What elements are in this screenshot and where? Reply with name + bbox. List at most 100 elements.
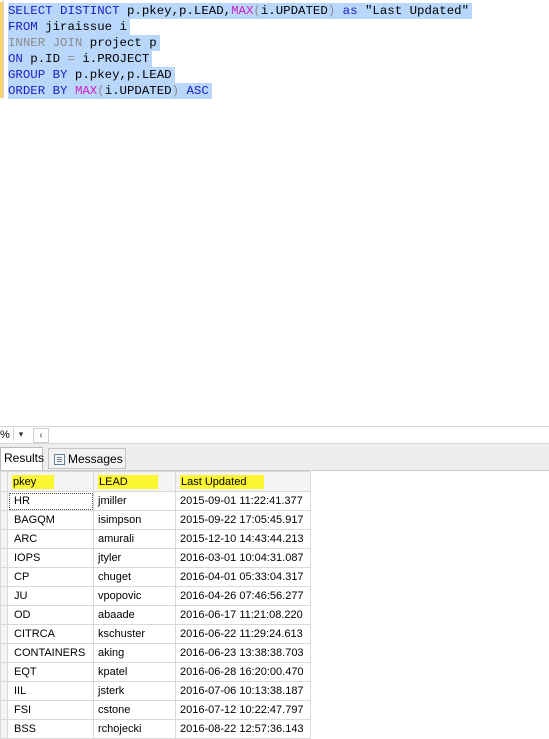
cell-last-updated[interactable]: 2015-09-22 17:05:45.917 <box>175 510 311 530</box>
table-row[interactable]: CITRCA kschuster 2016-06-22 11:29:24.613 <box>0 624 311 644</box>
code-token: MAX <box>231 4 254 18</box>
selected-text: FROM jiraissue i <box>8 19 130 35</box>
table-row[interactable]: HR jmiller 2015-09-01 11:22:41.377 <box>0 491 311 511</box>
cell-last-updated[interactable]: 2015-12-10 14:43:44.213 <box>175 529 311 549</box>
row-header[interactable] <box>0 586 8 606</box>
cell-lead[interactable]: aking <box>93 643 176 663</box>
column-header-label: pkey <box>12 474 55 489</box>
table-row[interactable]: BSS rchojecki 2016-08-22 12:57:36.143 <box>0 719 311 739</box>
row-header[interactable] <box>0 643 8 663</box>
sql-editor[interactable]: SELECT DISTINCT p.pkey,p.LEAD,MAX(i.UPDA… <box>0 0 549 426</box>
messages-icon <box>54 454 65 465</box>
cell-last-updated[interactable]: 2016-03-01 10:04:31.087 <box>175 548 311 568</box>
cell-lead[interactable]: jtyler <box>93 548 176 568</box>
code-line[interactable]: ON p.ID = i.PROJECT <box>8 51 472 67</box>
column-header-label: LEAD <box>98 474 158 489</box>
row-header[interactable] <box>0 510 8 530</box>
chevron-down-icon[interactable]: ▾ <box>13 428 28 441</box>
cell-pkey[interactable]: CONTAINERS <box>7 643 94 663</box>
row-header[interactable] <box>0 681 8 701</box>
row-header[interactable] <box>0 719 8 739</box>
cell-lead[interactable]: isimpson <box>93 510 176 530</box>
code-token: i.UPDATED <box>260 4 328 18</box>
tab-results[interactable]: Results <box>0 447 44 470</box>
cell-lead[interactable]: kschuster <box>93 624 176 644</box>
code-token: p.pkey,p.LEAD <box>67 68 172 82</box>
row-header[interactable] <box>0 491 8 511</box>
cell-lead[interactable]: kpatel <box>93 662 176 682</box>
row-header[interactable] <box>0 700 8 720</box>
row-header[interactable] <box>0 567 8 587</box>
cell-pkey[interactable]: IOPS <box>7 548 94 568</box>
cell-last-updated[interactable]: 2016-07-06 10:13:38.187 <box>175 681 311 701</box>
cell-pkey[interactable]: CITRCA <box>7 624 94 644</box>
row-header[interactable] <box>0 605 8 625</box>
cell-lead[interactable]: rchojecki <box>93 719 176 739</box>
table-row[interactable]: JU vpopovic 2016-04-26 07:46:56.277 <box>0 586 311 606</box>
cell-last-updated[interactable]: 2016-07-12 10:22:47.797 <box>175 700 311 720</box>
cell-lead[interactable]: cstone <box>93 700 176 720</box>
cell-last-updated[interactable]: 2016-06-22 11:29:24.613 <box>175 624 311 644</box>
cell-pkey[interactable]: CP <box>7 567 94 587</box>
cell-last-updated[interactable]: 2016-06-28 16:20:00.470 <box>175 662 311 682</box>
cell-pkey[interactable]: HR <box>7 491 94 511</box>
cell-last-updated[interactable]: 2016-04-26 07:46:56.277 <box>175 586 311 606</box>
cell-pkey[interactable]: JU <box>7 586 94 606</box>
cell-pkey[interactable]: IIL <box>7 681 94 701</box>
cell-last-updated[interactable]: 2016-06-17 11:21:08.220 <box>175 605 311 625</box>
cell-lead[interactable]: jmiller <box>93 491 176 511</box>
cell-pkey[interactable]: EQT <box>7 662 94 682</box>
column-header-lead[interactable]: LEAD <box>93 471 176 492</box>
selected-text: GROUP BY p.pkey,p.LEAD <box>8 67 175 83</box>
grid-corner[interactable] <box>0 471 8 492</box>
cell-pkey[interactable]: BSS <box>7 719 94 739</box>
code-line[interactable]: INNER JOIN project p <box>8 35 472 51</box>
cell-pkey[interactable]: FSI <box>7 700 94 720</box>
code-token: ASC <box>186 84 209 98</box>
zoom-level[interactable]: % <box>0 427 12 443</box>
code-token: ( <box>97 84 105 98</box>
row-header[interactable] <box>0 529 8 549</box>
cell-last-updated[interactable]: 2016-06-23 13:38:38.703 <box>175 643 311 663</box>
code-line[interactable]: SELECT DISTINCT p.pkey,p.LEAD,MAX(i.UPDA… <box>8 3 473 19</box>
row-header[interactable] <box>0 662 8 682</box>
cell-lead[interactable]: jsterk <box>93 681 176 701</box>
code-line[interactable]: GROUP BY p.pkey,p.LEAD <box>8 67 472 83</box>
editor-gutter <box>0 0 4 99</box>
table-row[interactable]: CONTAINERS aking 2016-06-23 13:38:38.703 <box>0 643 311 663</box>
cell-last-updated[interactable]: 2015-09-01 11:22:41.377 <box>175 491 311 511</box>
row-header[interactable] <box>0 548 8 568</box>
table-row[interactable]: IIL jsterk 2016-07-06 10:13:38.187 <box>0 681 311 701</box>
cell-last-updated[interactable]: 2016-08-22 12:57:36.143 <box>175 719 311 739</box>
change-marker <box>0 2 3 98</box>
table-row[interactable]: BAGQM isimpson 2015-09-22 17:05:45.917 <box>0 510 311 530</box>
column-header-last-updated[interactable]: Last Updated <box>175 471 311 492</box>
table-row[interactable]: FSI cstone 2016-07-12 10:22:47.797 <box>0 700 311 720</box>
table-row[interactable]: OD abaade 2016-06-17 11:21:08.220 <box>0 605 311 625</box>
results-grid[interactable]: pkey LEAD Last Updated HR jmiller 2015-09-… <box>0 471 311 739</box>
cell-lead[interactable]: vpopovic <box>93 586 176 606</box>
editor-status-strip: % ▾ ‹ <box>0 426 549 444</box>
cell-pkey[interactable]: OD <box>7 605 94 625</box>
cell-lead[interactable]: chuget <box>93 567 176 587</box>
table-row[interactable]: CP chuget 2016-04-01 05:33:04.317 <box>0 567 311 587</box>
code-line[interactable]: ORDER BY MAX(i.UPDATED) ASC <box>8 83 472 99</box>
cell-pkey[interactable]: ARC <box>7 529 94 549</box>
cell-pkey[interactable]: BAGQM <box>7 510 94 530</box>
row-header[interactable] <box>0 624 8 644</box>
column-header-pkey[interactable]: pkey <box>7 471 94 492</box>
tab-messages[interactable]: Messages <box>48 448 126 469</box>
code-token: project p <box>82 36 157 50</box>
table-row[interactable]: EQT kpatel 2016-06-28 16:20:00.470 <box>0 662 311 682</box>
cell-lead[interactable]: amurali <box>93 529 176 549</box>
cell-last-updated[interactable]: 2016-04-01 05:33:04.317 <box>175 567 311 587</box>
code-line[interactable]: FROM jiraissue i <box>8 19 472 35</box>
table-row[interactable]: ARC amurali 2015-12-10 14:43:44.213 <box>0 529 311 549</box>
cell-lead[interactable]: abaade <box>93 605 176 625</box>
chevron-left-icon[interactable]: ‹ <box>33 428 49 443</box>
table-row[interactable]: IOPS jtyler 2016-03-01 10:04:31.087 <box>0 548 311 568</box>
selected-text: SELECT DISTINCT p.pkey,p.LEAD,MAX(i.UPDA… <box>8 3 473 19</box>
sql-code[interactable]: SELECT DISTINCT p.pkey,p.LEAD,MAX(i.UPDA… <box>8 3 473 99</box>
